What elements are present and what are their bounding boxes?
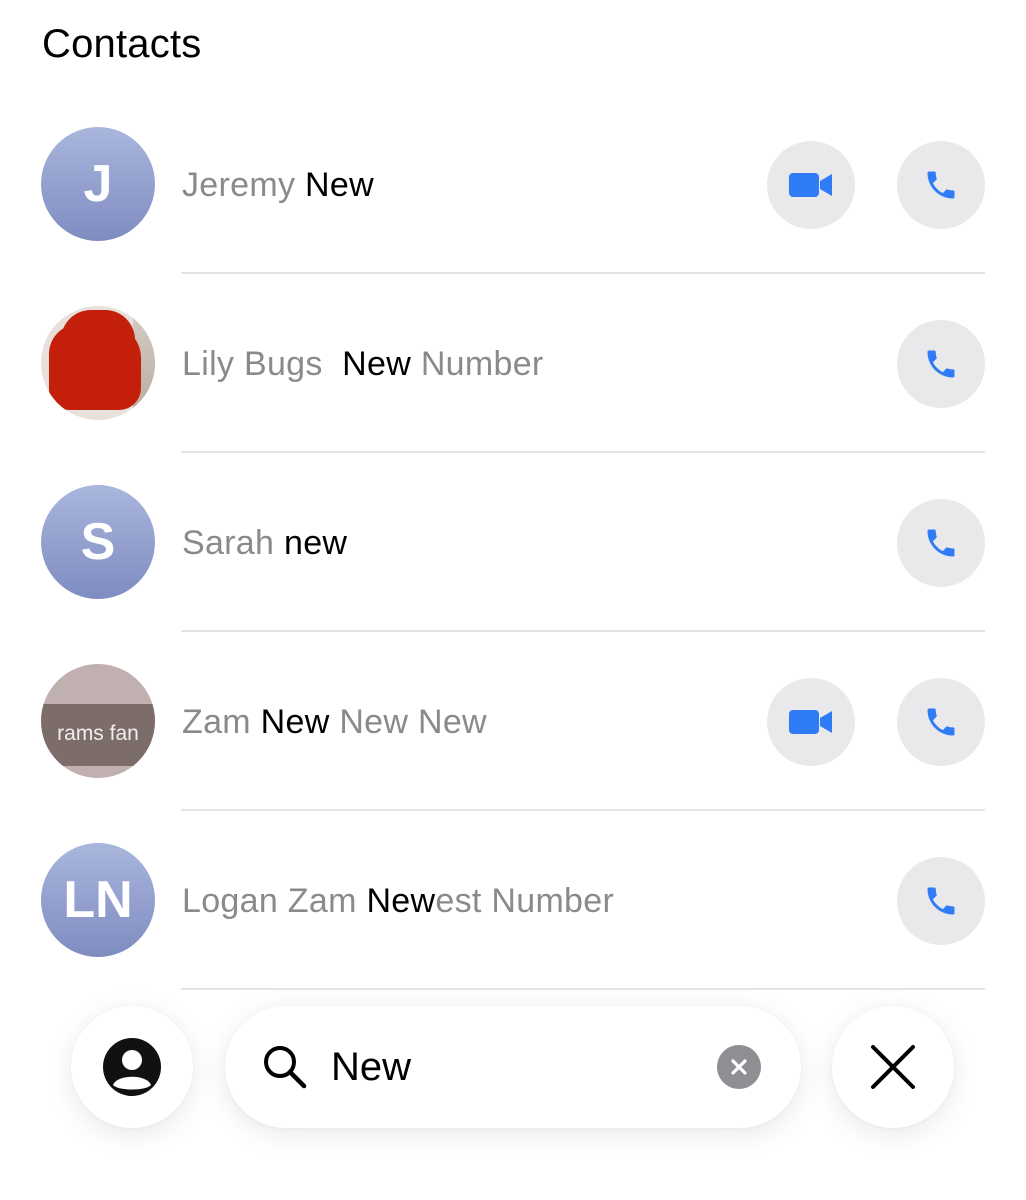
video-camera-icon — [789, 710, 832, 734]
avatar-initials: LN — [63, 871, 133, 929]
avatar-photo-text: rams fan — [57, 722, 139, 745]
name-part: est Number — [435, 882, 615, 920]
avatar: rams fan — [41, 664, 155, 778]
avatar: J — [41, 127, 155, 241]
contact-row[interactable]: rams fan Zam New New New — [0, 632, 1026, 811]
contact-row[interactable]: Lily Bugs New Number — [0, 274, 1026, 453]
contact-name: Jeremy New — [182, 166, 374, 204]
bottom-toolbar — [0, 1006, 1026, 1130]
name-part-match: New — [342, 345, 412, 383]
phone-icon — [927, 529, 955, 557]
contact-row[interactable]: LN Logan Zam Newest Number — [0, 811, 1026, 990]
contacts-list: J Jeremy New Lily Bugs New Number S Sara… — [0, 95, 1026, 990]
phone-icon — [927, 887, 955, 915]
name-part: Sarah — [182, 524, 284, 562]
profile-button[interactable] — [71, 1006, 193, 1128]
avatar: S — [41, 485, 155, 599]
clear-search-button[interactable] — [717, 1045, 761, 1089]
photo-shape — [49, 324, 141, 410]
video-call-button[interactable] — [767, 141, 855, 229]
name-part: New New — [329, 703, 487, 741]
name-part: Number — [411, 345, 544, 383]
name-part: Zam — [182, 703, 261, 741]
contact-row[interactable]: J Jeremy New — [0, 95, 1026, 274]
phone-icon — [927, 350, 955, 378]
voice-call-button[interactable] — [897, 678, 985, 766]
name-part: Lily Bugs — [182, 345, 343, 383]
phone-icon — [927, 171, 955, 199]
close-x-icon — [871, 1045, 915, 1089]
phone-icon — [927, 708, 955, 736]
search-bar[interactable] — [225, 1006, 801, 1128]
section-title: Contacts — [42, 22, 202, 66]
voice-call-button[interactable] — [897, 141, 985, 229]
name-part: Jeremy — [182, 166, 306, 204]
magnifying-glass-icon — [264, 1046, 307, 1089]
contact-name: Lily Bugs New Number — [182, 345, 544, 383]
voice-call-button[interactable] — [897, 857, 985, 945]
name-part-match: New — [305, 166, 374, 204]
name-part-match: new — [283, 524, 348, 562]
name-part-match: New — [366, 882, 436, 920]
avatar — [41, 306, 155, 420]
contact-name: Sarah new — [182, 524, 347, 562]
clear-circle-icon — [731, 1059, 747, 1075]
contact-row[interactable]: S Sarah new — [0, 453, 1026, 632]
voice-call-button[interactable] — [897, 499, 985, 587]
name-part: Logan Zam — [182, 882, 367, 920]
person-circle-icon — [103, 1038, 161, 1096]
close-search-button[interactable] — [832, 1006, 954, 1128]
search-input[interactable] — [331, 1042, 691, 1092]
avatar-initials: S — [80, 513, 116, 571]
contact-name: Zam New New New — [182, 703, 487, 741]
video-camera-icon — [789, 173, 832, 197]
name-part-match: New — [260, 703, 330, 741]
avatar-initials: J — [83, 155, 113, 213]
avatar: LN — [41, 843, 155, 957]
voice-call-button[interactable] — [897, 320, 985, 408]
video-call-button[interactable] — [767, 678, 855, 766]
contact-name: Logan Zam Newest Number — [182, 882, 614, 920]
